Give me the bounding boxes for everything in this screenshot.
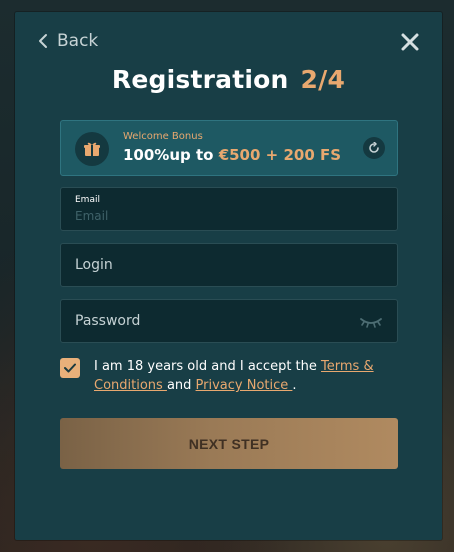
consent-end: . bbox=[292, 378, 297, 393]
back-label: Back bbox=[57, 31, 99, 51]
refresh-icon bbox=[369, 142, 379, 153]
page-title: Registration 2/4 bbox=[15, 65, 442, 94]
checkmark-icon bbox=[64, 363, 76, 373]
bonus-lead: 100%up to bbox=[123, 146, 219, 164]
privacy-link[interactable]: Privacy Notice bbox=[196, 378, 293, 393]
gift-icon bbox=[75, 132, 109, 166]
consent-text: I am 18 years old and I accept the Terms… bbox=[94, 357, 394, 395]
consent-prefix: I am 18 years old and I accept the bbox=[94, 359, 322, 374]
password-field[interactable]: Password bbox=[60, 299, 398, 343]
close-icon[interactable] bbox=[400, 32, 420, 52]
email-input[interactable] bbox=[75, 208, 375, 224]
back-button[interactable]: Back bbox=[37, 30, 98, 52]
bonus-caption: Welcome Bonus bbox=[123, 131, 203, 142]
change-bonus-button[interactable] bbox=[363, 137, 385, 159]
registration-modal: Back Registration 2/4 Welcome Bonus 100%u… bbox=[15, 12, 442, 540]
title-text: Registration bbox=[111, 65, 289, 94]
next-step-button[interactable]: NEXT STEP bbox=[60, 418, 398, 469]
consent-middle: and bbox=[166, 378, 196, 393]
login-field[interactable]: Login bbox=[60, 243, 398, 287]
email-label: Email bbox=[75, 195, 100, 205]
bonus-offer: 100%up to €500 + 200 FS bbox=[123, 146, 341, 164]
welcome-bonus-card[interactable]: Welcome Bonus 100%up to €500 + 200 FS bbox=[60, 120, 398, 176]
chevron-left-icon bbox=[39, 34, 47, 48]
email-field[interactable]: Email bbox=[60, 187, 398, 231]
eye-closed-icon[interactable] bbox=[359, 315, 383, 329]
bonus-amount: €500 + 200 FS bbox=[218, 146, 342, 164]
login-placeholder: Login bbox=[75, 257, 113, 273]
step-indicator: 2/4 bbox=[300, 65, 346, 94]
age-consent-checkbox[interactable] bbox=[60, 358, 80, 378]
password-placeholder: Password bbox=[75, 313, 141, 329]
